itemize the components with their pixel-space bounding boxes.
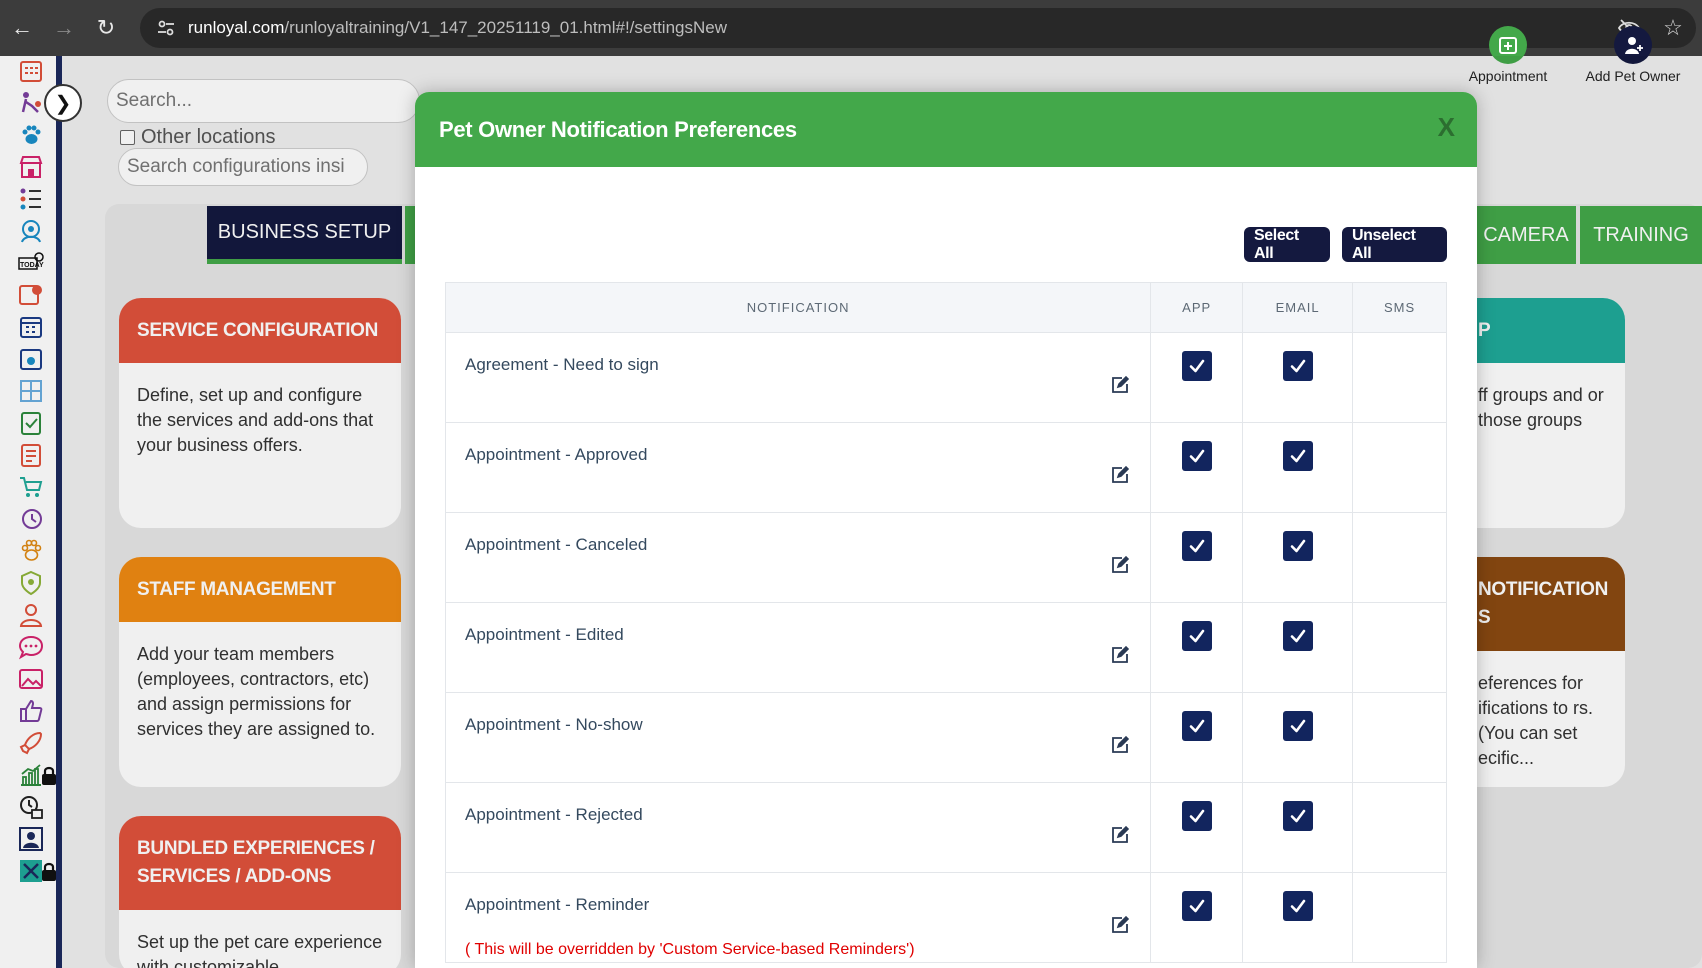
table-row: Appointment - Approved	[444, 422, 1447, 513]
email-cell	[1242, 692, 1354, 783]
column-header-sms: SMS	[1352, 282, 1447, 333]
app-checkbox[interactable]	[1181, 531, 1212, 561]
notification-cell: Appointment - Edited	[444, 602, 1152, 693]
email-cell	[1242, 782, 1354, 873]
sms-cell[interactable]	[1352, 602, 1447, 693]
close-icon[interactable]: X	[1438, 112, 1455, 143]
email-checkbox[interactable]	[1282, 891, 1313, 921]
notification-table: NOTIFICATION APP EMAIL SMS Agreement - N…	[444, 282, 1447, 963]
modal-header: Pet Owner Notification Preferences X	[415, 92, 1477, 167]
table-row: Appointment - Edited	[444, 602, 1447, 693]
app-checkbox[interactable]	[1181, 891, 1212, 921]
email-cell	[1242, 422, 1354, 513]
reload-icon[interactable]: ↻	[86, 8, 126, 48]
table-row: Appointment - Rejected	[444, 782, 1447, 873]
table-row: Appointment - Canceled	[444, 512, 1447, 603]
url-text: runloyal.com/runloyaltraining/V1_147_202…	[188, 18, 727, 38]
unselect-all-button[interactable]: Unselect All	[1342, 227, 1447, 262]
back-icon[interactable]: ←	[2, 8, 42, 48]
notification-label: Appointment - Approved	[465, 445, 648, 464]
edit-icon[interactable]	[1110, 825, 1130, 845]
notification-cell: Appointment - Reminder ( This will be ove…	[444, 872, 1152, 963]
notification-label: Appointment - Canceled	[465, 535, 648, 554]
notification-cell: Appointment - Canceled	[444, 512, 1152, 603]
notification-cell: Appointment - Rejected	[444, 782, 1152, 873]
app-cell	[1150, 782, 1244, 873]
email-checkbox[interactable]	[1282, 711, 1313, 741]
sms-cell[interactable]	[1352, 512, 1447, 603]
edit-icon[interactable]	[1110, 915, 1130, 935]
sms-cell[interactable]	[1352, 782, 1447, 873]
email-checkbox[interactable]	[1282, 441, 1313, 471]
app-cell	[1150, 692, 1244, 783]
edit-icon[interactable]	[1110, 555, 1130, 575]
table-header-row: NOTIFICATION APP EMAIL SMS	[444, 282, 1447, 333]
edit-icon[interactable]	[1110, 375, 1130, 395]
app-cell	[1150, 512, 1244, 603]
email-cell	[1242, 512, 1354, 603]
notification-cell: Appointment - Approved	[444, 422, 1152, 513]
sms-cell[interactable]	[1352, 332, 1447, 423]
column-header-notification: NOTIFICATION	[444, 282, 1152, 333]
table-row: Agreement - Need to sign	[444, 332, 1447, 423]
email-cell	[1242, 332, 1354, 423]
notification-label: Agreement - Need to sign	[465, 355, 659, 374]
sms-cell[interactable]	[1352, 692, 1447, 783]
edit-icon[interactable]	[1110, 735, 1130, 755]
column-header-app: APP	[1150, 282, 1244, 333]
modal-title: Pet Owner Notification Preferences	[439, 116, 797, 142]
notification-label: Appointment - Edited	[465, 625, 624, 644]
notification-label: Appointment - No-show	[465, 715, 643, 734]
app-checkbox[interactable]	[1181, 351, 1212, 381]
app-checkbox[interactable]	[1181, 621, 1212, 651]
app-cell	[1150, 422, 1244, 513]
edit-icon[interactable]	[1110, 645, 1130, 665]
email-checkbox[interactable]	[1282, 351, 1313, 381]
url-host: runloyal.com	[188, 18, 285, 37]
select-all-button[interactable]: Select All	[1244, 227, 1330, 262]
table-row: Appointment - Reminder ( This will be ove…	[444, 872, 1447, 963]
app-checkbox[interactable]	[1181, 711, 1212, 741]
edit-icon[interactable]	[1110, 465, 1130, 485]
notification-cell: Agreement - Need to sign	[444, 332, 1152, 423]
notification-label: Appointment - Reminder	[465, 895, 650, 914]
forward-icon[interactable]: →	[44, 8, 84, 48]
browser-toolbar: ← → ↻ runloyal.com/runloyaltraining/V1_1…	[0, 0, 1702, 56]
url-path: /runloyaltraining/V1_147_20251119_01.htm…	[284, 18, 727, 37]
app-cell	[1150, 602, 1244, 693]
email-checkbox[interactable]	[1282, 801, 1313, 831]
app-cell	[1150, 332, 1244, 423]
notification-note: ( This will be overridden by 'Custom Ser…	[465, 941, 915, 958]
sms-cell[interactable]	[1352, 422, 1447, 513]
notification-preferences-modal: Pet Owner Notification Preferences X Sel…	[415, 92, 1477, 968]
site-info-icon[interactable]	[146, 8, 186, 48]
chevron-right-icon[interactable]: ❯	[44, 84, 82, 122]
app-checkbox[interactable]	[1181, 801, 1212, 831]
email-cell	[1242, 872, 1354, 963]
app-checkbox[interactable]	[1181, 441, 1212, 471]
app-cell	[1150, 872, 1244, 963]
notification-cell: Appointment - No-show	[444, 692, 1152, 783]
email-checkbox[interactable]	[1282, 531, 1313, 561]
table-row: Appointment - No-show	[444, 692, 1447, 783]
email-cell	[1242, 602, 1354, 693]
column-header-email: EMAIL	[1242, 282, 1354, 333]
notification-label: Appointment - Rejected	[465, 805, 643, 824]
sms-cell[interactable]	[1352, 872, 1447, 963]
email-checkbox[interactable]	[1282, 621, 1313, 651]
